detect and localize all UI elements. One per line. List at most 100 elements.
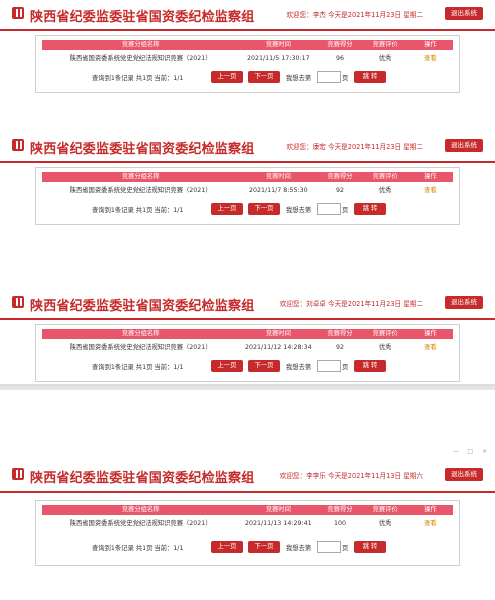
screenshot-panel-1: 陕西省纪委监委驻省国资委纪检监察组 欢迎您：李杰 今天是2021年11月23日 … [0, 0, 495, 110]
emblem-icon [12, 7, 24, 19]
logout-button[interactable]: 退出系统 [445, 139, 483, 152]
results-table: 竞赛分组名称 竞赛时间 竞赛得分 竞赛评价 操作 陕西省国资委系统党史党纪法规知… [35, 500, 460, 566]
col-header-score: 竞赛得分 [327, 506, 353, 513]
col-header-name: 竞赛分组名称 [121, 173, 160, 180]
table-header: 竞赛分组名称 竞赛时间 竞赛得分 竞赛评价 操作 [42, 505, 453, 515]
prev-page-button[interactable]: 上一页 [211, 541, 243, 553]
pagination: 查询到1条记录 共1页 当前：1/1 上一页 下一页 我想去第 页 跳 转 [36, 203, 459, 217]
col-header-action: 操作 [424, 173, 437, 180]
next-page-button[interactable]: 下一页 [248, 360, 280, 372]
page-number-input[interactable] [317, 71, 341, 83]
col-header-time: 竞赛时间 [265, 173, 291, 180]
view-link[interactable]: 查看 [408, 343, 453, 353]
prev-page-button[interactable]: 上一页 [211, 71, 243, 83]
logout-button[interactable]: 退出系统 [445, 296, 483, 309]
view-link[interactable]: 查看 [408, 54, 453, 64]
col-header-action: 操作 [424, 506, 437, 513]
page-unit-label: 页 [342, 75, 349, 82]
goto-label: 我想去第 [286, 207, 312, 214]
emblem-icon [12, 139, 24, 151]
table-row: 陕西省国资委系统党史党纪法规知识竞赛（2021） 2021/11/5 17:30… [42, 54, 453, 65]
welcome-text: 欢迎您：康宏 今天是2021年11月23日 星期二 [286, 143, 423, 151]
cell-rating: 优秀 [378, 55, 392, 62]
jump-button[interactable]: 跳 转 [354, 360, 386, 372]
cell-name: 陕西省国资委系统党史党纪法规知识竞赛（2021） [69, 55, 212, 62]
col-header-name: 竞赛分组名称 [121, 506, 160, 513]
next-page-button[interactable]: 下一页 [248, 71, 280, 83]
table-row: 陕西省国资委系统党史党纪法规知识竞赛（2021） 2021/11/13 14:2… [42, 519, 453, 530]
page-number-input[interactable] [317, 203, 341, 215]
cell-time: 2021/11/12 14:28:34 [245, 344, 312, 351]
site-title: 陕西省纪委监委驻省国资委纪检监察组 [30, 299, 255, 314]
page-header: 陕西省纪委监委驻省国资委纪检监察组 欢迎您：刘卓卓 今天是2021年11月23日… [0, 289, 495, 315]
pagination: 查询到1条记录 共1页 当前：1/1 上一页 下一页 我想去第 页 跳 转 [36, 71, 459, 85]
logout-button[interactable]: 退出系统 [445, 7, 483, 20]
cell-name: 陕西省国资委系统党史党纪法规知识竞赛（2021） [69, 187, 212, 194]
col-header-name: 竞赛分组名称 [121, 41, 160, 48]
col-header-rating: 竞赛评价 [372, 41, 398, 48]
view-link[interactable]: 查看 [408, 519, 453, 529]
emblem-icon [12, 296, 24, 308]
emblem-icon [12, 468, 24, 480]
page-number-input[interactable] [317, 360, 341, 372]
screenshot-panel-3: 陕西省纪委监委驻省国资委纪检监察组 欢迎您：刘卓卓 今天是2021年11月23日… [0, 289, 495, 390]
cell-rating: 优秀 [378, 187, 392, 194]
page-unit-label: 页 [342, 364, 349, 371]
minimize-icon[interactable]: — [453, 448, 459, 455]
welcome-text: 欢迎您：李李乐 今天是2021年11月13日 星期六 [279, 472, 423, 480]
pager-summary: 查询到1条记录 共1页 当前：1/1 [92, 545, 184, 552]
col-header-time: 竞赛时间 [265, 506, 291, 513]
header-divider [0, 29, 495, 31]
header-divider [0, 161, 495, 163]
col-header-action: 操作 [424, 41, 437, 48]
cell-score: 100 [333, 520, 346, 527]
goto-label: 我想去第 [286, 545, 312, 552]
header-divider [0, 318, 495, 320]
prev-page-button[interactable]: 上一页 [211, 203, 243, 215]
page-number-input[interactable] [317, 541, 341, 553]
page-header: 陕西省纪委监委驻省国资委纪检监察组 欢迎您：李杰 今天是2021年11月23日 … [0, 0, 495, 26]
page-header: 陕西省纪委监委驻省国资委纪检监察组 欢迎您：康宏 今天是2021年11月23日 … [0, 132, 495, 158]
site-title: 陕西省纪委监委驻省国资委纪检监察组 [30, 471, 255, 486]
header-divider [0, 491, 495, 493]
cell-score: 96 [335, 55, 344, 62]
page-header: 陕西省纪委监委驻省国资委纪检监察组 欢迎您：李李乐 今天是2021年11月13日… [0, 461, 495, 487]
cell-rating: 优秀 [378, 344, 392, 351]
col-header-name: 竞赛分组名称 [121, 330, 160, 337]
maximize-icon[interactable]: □ [467, 448, 473, 455]
close-icon[interactable]: × [482, 448, 487, 455]
page-unit-label: 页 [342, 545, 349, 552]
table-header: 竞赛分组名称 竞赛时间 竞赛得分 竞赛评价 操作 [42, 329, 453, 339]
jump-button[interactable]: 跳 转 [354, 71, 386, 83]
screenshot-panel-4: — □ × 陕西省纪委监委驻省国资委纪检监察组 欢迎您：李李乐 今天是2021年… [0, 445, 495, 578]
col-header-action: 操作 [424, 330, 437, 337]
next-page-button[interactable]: 下一页 [248, 541, 280, 553]
col-header-time: 竞赛时间 [265, 41, 291, 48]
goto-label: 我想去第 [286, 75, 312, 82]
welcome-text: 欢迎您：刘卓卓 今天是2021年11月23日 星期二 [279, 300, 423, 308]
col-header-score: 竞赛得分 [327, 41, 353, 48]
goto-label: 我想去第 [286, 364, 312, 371]
results-table: 竞赛分组名称 竞赛时间 竞赛得分 竞赛评价 操作 陕西省国资委系统党史党纪法规知… [35, 35, 460, 93]
cell-time: 2021/11/5 17:30:17 [247, 55, 310, 62]
cell-name: 陕西省国资委系统党史党纪法规知识竞赛（2021） [69, 344, 212, 351]
col-header-rating: 竞赛评价 [372, 173, 398, 180]
site-title: 陕西省纪委监委驻省国资委纪检监察组 [30, 142, 255, 157]
cell-name: 陕西省国资委系统党史党纪法规知识竞赛（2021） [69, 520, 212, 527]
col-header-time: 竞赛时间 [265, 330, 291, 337]
next-page-button[interactable]: 下一页 [248, 203, 280, 215]
pager-summary: 查询到1条记录 共1页 当前：1/1 [92, 364, 184, 371]
view-link[interactable]: 查看 [408, 186, 453, 196]
cell-score: 92 [335, 187, 344, 194]
prev-page-button[interactable]: 上一页 [211, 360, 243, 372]
welcome-text: 欢迎您：李杰 今天是2021年11月23日 星期二 [286, 11, 423, 19]
table-header: 竞赛分组名称 竞赛时间 竞赛得分 竞赛评价 操作 [42, 40, 453, 50]
screenshot-panel-2: 陕西省纪委监委驻省国资委纪检监察组 欢迎您：康宏 今天是2021年11月23日 … [0, 132, 495, 242]
results-table: 竞赛分组名称 竞赛时间 竞赛得分 竞赛评价 操作 陕西省国资委系统党史党纪法规知… [35, 167, 460, 225]
table-row: 陕西省国资委系统党史党纪法规知识竞赛（2021） 2021/11/7 8:55:… [42, 186, 453, 197]
col-header-rating: 竞赛评价 [372, 330, 398, 337]
jump-button[interactable]: 跳 转 [354, 203, 386, 215]
logout-button[interactable]: 退出系统 [445, 468, 483, 481]
jump-button[interactable]: 跳 转 [354, 541, 386, 553]
cell-rating: 优秀 [378, 520, 392, 527]
